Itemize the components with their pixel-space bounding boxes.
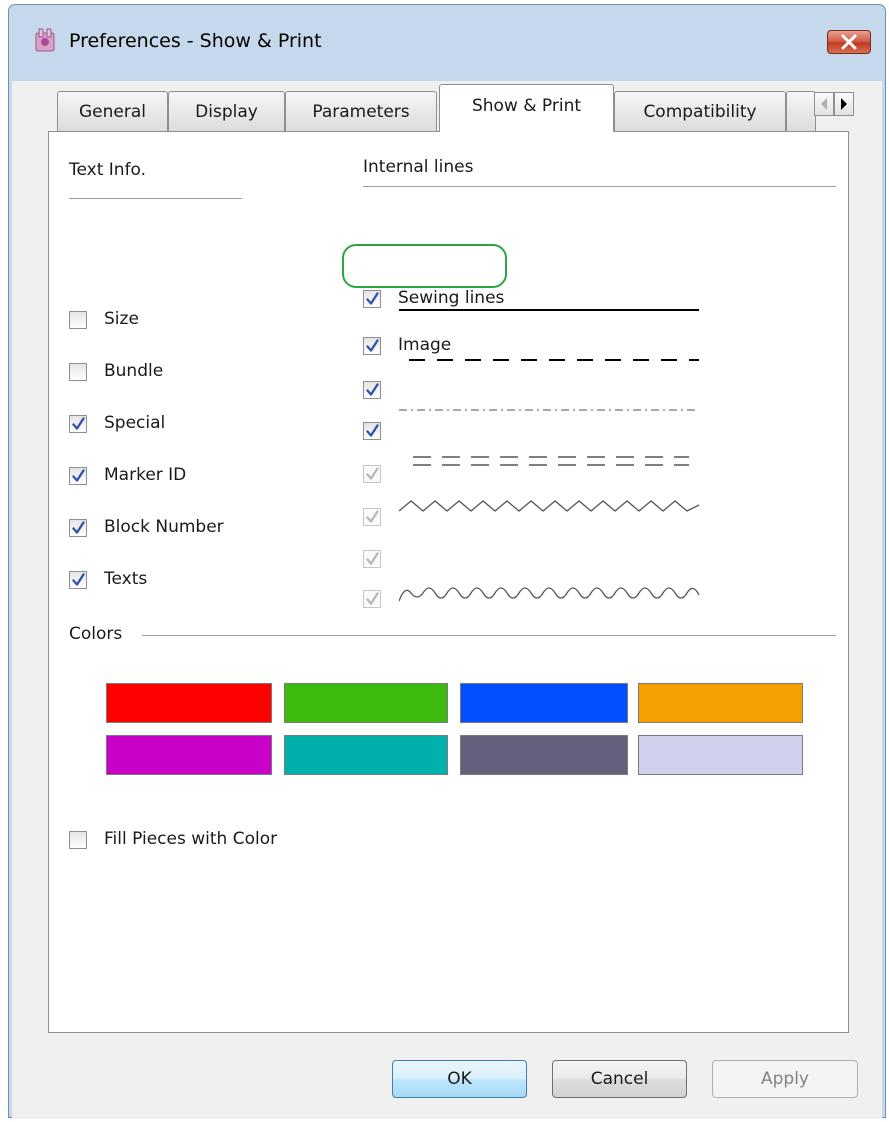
fill-pieces-label: Fill Pieces with Color (104, 829, 278, 849)
tab-general[interactable]: General (57, 91, 168, 131)
text-info-heading: Text Info. (69, 160, 147, 180)
color-swatch[interactable] (106, 735, 272, 775)
close-button[interactable] (827, 30, 871, 54)
text-info-special-checkbox[interactable] (69, 415, 87, 433)
checkmark-icon (366, 424, 379, 437)
line-sample-wave (399, 587, 700, 602)
window-title: Preferences - Show & Print (69, 30, 322, 52)
text-info-texts-checkbox[interactable] (69, 571, 87, 589)
tab-parameters[interactable]: Parameters (285, 91, 437, 131)
cancel-button[interactable]: Cancel (552, 1060, 687, 1098)
ok-button[interactable]: OK (392, 1060, 527, 1098)
dialog-client-area: General Display Parameters Show & Print … (12, 81, 882, 1119)
tab-show-print[interactable]: Show & Print (439, 84, 614, 132)
line-style-dash-dot-checkbox[interactable] (363, 465, 381, 483)
text-info-bundle-checkbox[interactable] (69, 363, 87, 381)
checkmark-icon (72, 521, 85, 534)
internal-lines-heading: Internal lines (363, 157, 474, 177)
line-style-samples (399, 309, 700, 512)
arrow-left-icon (821, 98, 827, 110)
text-info-block-number-checkbox[interactable] (69, 519, 87, 537)
fill-pieces-checkbox[interactable] (69, 831, 87, 849)
color-swatch[interactable] (460, 735, 628, 775)
internal-lines-divider (363, 186, 836, 187)
checkmark-icon (366, 339, 379, 352)
text-info-marker-id-checkbox[interactable] (69, 467, 87, 485)
text-info-block-number-label: Block Number (104, 517, 224, 537)
text-info-size-label: Size (104, 309, 139, 329)
line-style-double-dashed-checkbox[interactable] (363, 508, 381, 526)
tab-scroll-right-button[interactable] (834, 92, 854, 116)
apply-button[interactable]: Apply (712, 1060, 858, 1098)
checkmark-icon (72, 417, 85, 430)
line-sample-wave-svg (399, 587, 700, 602)
line-sample-double-dashed (413, 456, 689, 466)
tab-display[interactable]: Display (168, 91, 285, 131)
app-icon (33, 27, 59, 53)
show-print-tab-page: Text Info. Size Bundle Special Marker ID Blo… (48, 131, 849, 1033)
color-swatch[interactable] (638, 683, 803, 723)
image-option-highlight (342, 244, 507, 288)
preferences-window: Preferences - Show & Print General Displ… (8, 4, 886, 1119)
text-info-divider (69, 198, 242, 199)
checkmark-icon (366, 592, 379, 605)
text-info-size-checkbox[interactable] (69, 311, 87, 329)
line-style-dashed-checkbox[interactable] (363, 422, 381, 440)
text-info-texts-label: Texts (104, 569, 148, 589)
checkmark-icon (366, 467, 379, 480)
color-swatch[interactable] (460, 683, 628, 723)
text-info-special-label: Special (104, 413, 166, 433)
checkmark-icon (366, 292, 379, 305)
color-swatch[interactable] (106, 683, 272, 723)
colors-heading: Colors (69, 624, 123, 644)
colors-divider (142, 635, 836, 636)
color-swatch[interactable] (638, 735, 803, 775)
title-bar[interactable]: Preferences - Show & Print (9, 5, 885, 81)
checkmark-icon (366, 383, 379, 396)
close-icon (841, 34, 857, 50)
checkmark-icon (366, 510, 379, 523)
internal-lines-image-checkbox[interactable] (363, 337, 381, 355)
checkmark-icon (72, 573, 85, 586)
tab-compatibility[interactable]: Compatibility (614, 91, 786, 131)
line-style-solid-checkbox[interactable] (363, 381, 381, 399)
line-style-zigzag-checkbox[interactable] (363, 550, 381, 568)
text-info-marker-id-label: Marker ID (104, 465, 187, 485)
tab-scroll-left-button[interactable] (814, 92, 834, 116)
internal-lines-sewing-lines-checkbox[interactable] (363, 290, 381, 308)
color-swatch[interactable] (284, 683, 448, 723)
color-swatch[interactable] (284, 735, 448, 775)
checkmark-icon (366, 552, 379, 565)
tab-partial[interactable] (786, 91, 816, 131)
arrow-right-icon (841, 98, 847, 110)
checkmark-icon (72, 469, 85, 482)
line-style-wave-checkbox[interactable] (363, 590, 381, 608)
text-info-bundle-label: Bundle (104, 361, 164, 381)
line-sample-zigzag (399, 500, 700, 512)
